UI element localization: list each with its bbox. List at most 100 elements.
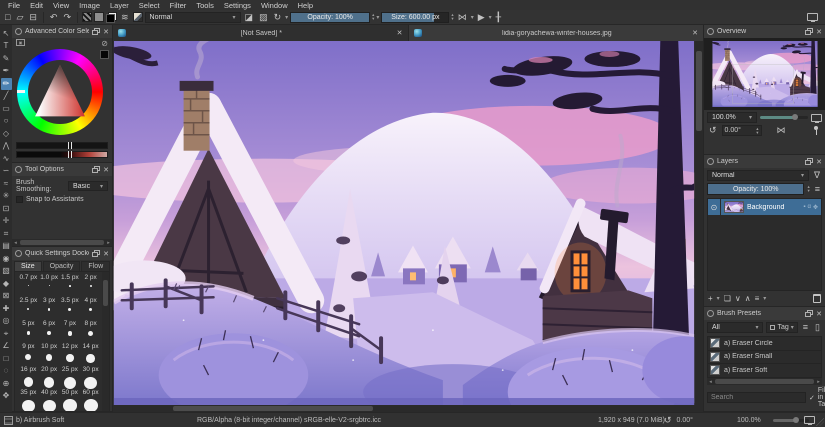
brush-size-option[interactable]: 3.5 px [60,297,81,320]
docker-menu-icon[interactable] [15,28,22,35]
rotate-canvas-icon[interactable]: ↺ [707,126,719,135]
brush-size-option[interactable]: 0.7 px [18,274,39,297]
zoom-level-value[interactable]: 100.0% [737,417,761,424]
eraser-mode-icon[interactable]: ◪ [243,12,256,22]
colorspace-label[interactable]: RGB/Alpha (8-bit integer/channel) sRGB-e… [197,417,381,424]
float-docker-icon[interactable] [92,28,101,35]
horizontal-scrollbar[interactable]: ◂ ▸ [12,239,112,246]
duplicate-layer-button[interactable]: ❏ [724,294,731,303]
layer-opacity-slider[interactable]: Opacity: 100% [707,183,805,195]
brush-size-option[interactable]: 2 px [80,274,101,297]
brush-size-option[interactable]: 3 px [39,297,60,320]
close-icon[interactable]: ✕ [397,29,403,37]
menu-item[interactable]: View [48,1,74,10]
selector-shape-icon[interactable]: ▣ [16,39,25,46]
tool-enclose-fill[interactable]: ⊠ [1,291,12,303]
tool-move[interactable]: ✛ [1,216,12,228]
brush-smoothing-dropdown[interactable]: Basic ▾ [68,181,108,191]
size-slider[interactable]: Size: 600.00 px [381,11,450,23]
tool-pan[interactable]: ✥ [1,391,12,403]
layer-properties-button[interactable]: ≡ [755,294,760,303]
docker-header[interactable]: Tool Options ✕ [12,163,112,176]
storage-icon[interactable]: ▯ [813,323,822,332]
tool-transform[interactable]: ⊡ [1,203,12,215]
tool-dynamic-brush[interactable]: ≈ [1,178,12,190]
tool-gradient[interactable]: ▤ [1,241,12,253]
no-color-icon[interactable]: ⊘ [101,39,108,48]
close-icon[interactable]: ✕ [103,166,109,174]
save-document-icon[interactable]: ⊟ [27,12,39,22]
mirror-canvas-icon[interactable]: ⋈ [775,126,788,135]
close-icon[interactable]: ✕ [103,28,109,36]
menu-item[interactable]: Filter [165,1,192,10]
tool-pattern[interactable]: ▧ [1,266,12,278]
preset-horizontal-scrollbar[interactable]: ◂ ▸ [707,378,822,385]
brush-preset-status-icon[interactable] [4,416,13,425]
menu-item[interactable]: File [3,1,25,10]
canvas-vertical-scrollbar[interactable] [695,41,703,405]
tool-select-shapes[interactable]: ↖ [1,28,12,40]
document-tab[interactable]: lidia-goryachewa-winter-houses.jpg ✕ [408,25,703,41]
tool-ellipse[interactable]: ○ [1,116,12,128]
pattern-chooser[interactable] [94,12,104,22]
tool-multibrush[interactable]: ✳ [1,191,12,203]
docker-menu-icon[interactable] [15,166,22,173]
tool-fill[interactable]: ◆ [1,278,12,290]
brush-size-option[interactable]: 10 px [39,343,60,366]
tool-rectangle[interactable]: ▭ [1,103,12,115]
chevron-down-icon[interactable]: ▾ [376,14,379,21]
layer-visibility-eye-icon[interactable]: ⊙ [708,199,721,215]
rotation-spinbox[interactable]: 0.00° ▴ ▾ [721,125,762,136]
tool-calligraphy[interactable]: ✒ [1,66,12,78]
layer-options-icon[interactable]: ≡ [813,184,822,194]
workspace-chooser-icon[interactable] [807,13,818,22]
tool-smart-patch[interactable]: ✚ [1,303,12,315]
vertical-scrollbar[interactable] [102,272,109,411]
brush-size-option[interactable]: 6 px [39,320,60,343]
redo-icon[interactable]: ↷ [61,12,73,22]
brush-size-option[interactable]: 4 px [80,297,101,320]
tool-colorize-mask[interactable]: ◎ [1,316,12,328]
menu-item[interactable]: Tools [191,1,219,10]
layer-filter-funnel-icon[interactable]: ∇ [812,171,822,180]
hue-ring[interactable] [17,49,103,135]
delete-layer-button[interactable] [813,294,821,303]
menu-item[interactable]: Window [256,1,293,10]
tool-freehand-brush[interactable]: ✏ [0,78,12,90]
rotation-spinner[interactable]: ▴ ▾ [756,126,758,135]
quick-settings-tab[interactable]: Size [14,261,42,271]
brush-size-option[interactable]: 16 px [18,366,39,389]
layer-row-Background[interactable]: ⊙ Background ▪ α ✥ [708,199,821,215]
preset-search-input[interactable] [707,392,806,403]
brush-size-option[interactable]: 20 px [39,366,60,389]
brush-size-option[interactable]: 60 px [80,389,101,411]
tool-outline-select[interactable]: ◌ [1,366,12,378]
opacity-spinner[interactable]: ▴ ▾ [372,12,374,21]
brush-preset-item[interactable]: a) Eraser Small [708,351,821,364]
new-document-icon[interactable]: □ [3,12,12,22]
chevron-down-icon[interactable]: ▾ [471,14,474,21]
docker-menu-icon[interactable] [15,250,22,257]
menu-item[interactable]: Settings [219,1,256,10]
fullscreen-icon[interactable] [804,416,815,425]
snap-to-assistants-checkbox[interactable] [16,196,23,203]
close-icon[interactable]: ✕ [103,250,109,258]
brush-size-option[interactable]: 40 px [39,389,60,411]
docker-header[interactable]: Advanced Color Selector ✕ [12,25,112,38]
menu-item[interactable]: Help [293,1,318,10]
quick-settings-tab[interactable]: Opacity [42,261,81,271]
overview-zoom-slider[interactable] [760,114,808,120]
menu-item[interactable]: Layer [105,1,134,10]
docker-header[interactable]: Layers ✕ [704,155,825,168]
undo-icon[interactable]: ↶ [48,12,60,22]
chevron-down-icon[interactable]: ▾ [489,14,492,21]
resize-grip[interactable] [816,418,824,426]
current-color-swatch[interactable] [100,50,109,59]
tool-color-sampler[interactable]: ◉ [1,253,12,265]
tool-rect-select[interactable]: □ [1,353,12,365]
brush-size-option[interactable]: 5 px [18,320,39,343]
wrap-around-icon[interactable]: ▶ [476,12,487,22]
close-icon[interactable]: ✕ [816,310,822,318]
brush-size-option[interactable]: 12 px [60,343,81,366]
close-icon[interactable]: ✕ [816,158,822,166]
